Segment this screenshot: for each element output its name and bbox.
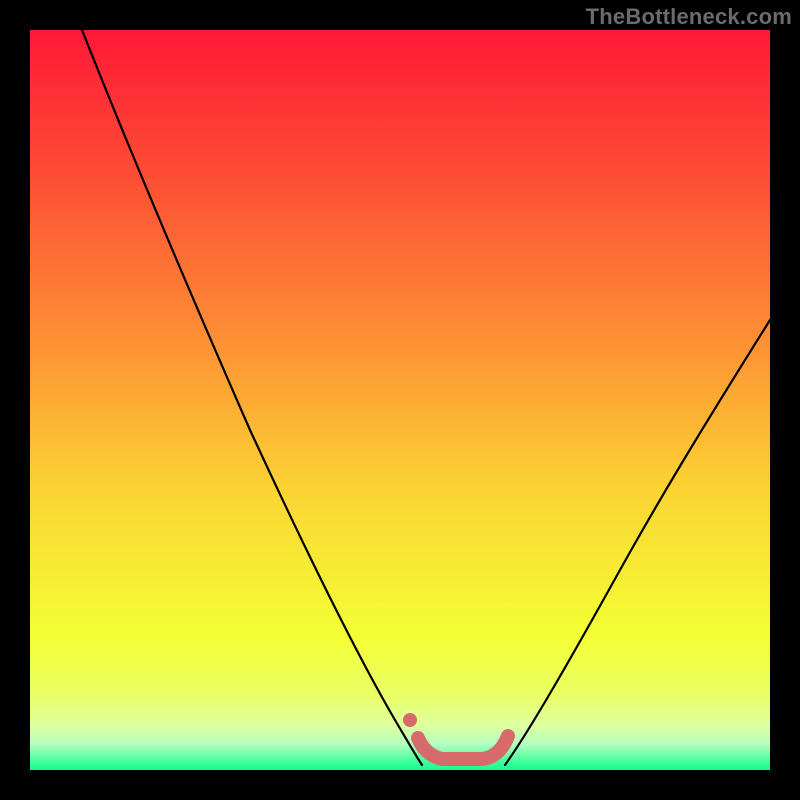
plot-area (30, 30, 770, 770)
left-curve (82, 30, 422, 765)
chart-frame: TheBottleneck.com (0, 0, 800, 800)
watermark-text: TheBottleneck.com (586, 4, 792, 30)
bottom-highlight (418, 736, 508, 759)
right-curve (505, 320, 770, 765)
bottom-highlight-dot (403, 713, 417, 727)
curves-layer (30, 30, 770, 770)
